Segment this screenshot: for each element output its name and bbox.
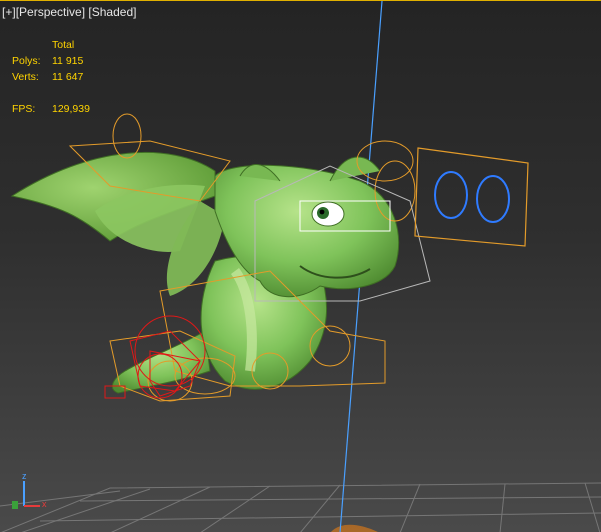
polys-label: Polys:: [12, 55, 41, 67]
left-eye-control[interactable]: [434, 171, 468, 219]
viewport-label: [+][Perspective] [Shaded]: [2, 5, 136, 19]
ground-shadow: [331, 524, 378, 532]
gizmo-z-label: z: [22, 471, 27, 481]
scene-canvas[interactable]: [0, 1, 601, 532]
fps-label: FPS:: [12, 103, 36, 115]
ground-grid: [0, 482, 601, 532]
perspective-viewport[interactable]: [+][Perspective] [Shaded] Total Polys: 11…: [0, 0, 601, 532]
eye-control-box[interactable]: [414, 147, 529, 247]
viewport-menu-plus[interactable]: [+]: [2, 5, 16, 19]
viewport-shading-menu[interactable]: [Shaded]: [88, 5, 136, 19]
dragon-tail[interactable]: [111, 330, 211, 394]
polys-value: 11 915: [52, 55, 84, 67]
right-eye-control[interactable]: [476, 175, 510, 223]
stats-header: Total: [52, 39, 75, 51]
axis-gizmo: [12, 481, 40, 509]
verts-value: 11 647: [52, 71, 84, 83]
fps-value: 129,939: [52, 103, 90, 115]
verts-label: Verts:: [12, 71, 39, 83]
dragon-left-wing[interactable]: [10, 152, 225, 296]
viewport-point-of-view-menu[interactable]: [Perspective]: [16, 5, 85, 19]
gizmo-x-label: x: [42, 499, 47, 509]
